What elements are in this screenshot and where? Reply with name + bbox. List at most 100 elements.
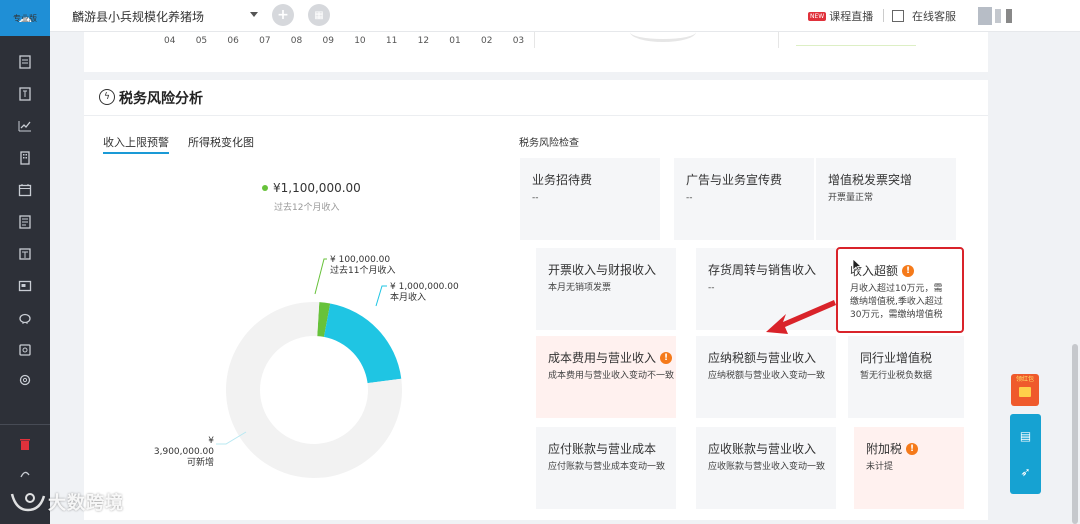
upper-divider-2 — [778, 32, 779, 48]
live-course-link[interactable]: NEW 课程直播 — [808, 8, 873, 24]
live-course-label: 课程直播 — [829, 10, 874, 23]
donut-slice[interactable] — [323, 303, 402, 384]
risk-card-desc: 未计提 — [866, 462, 894, 472]
risk-card-title-text: 同行业增值税 — [860, 351, 933, 365]
risk-card-desc: 应纳税额与营业收入变动一致 — [708, 371, 826, 381]
risk-card-title-text: 增值税发票突增 — [828, 173, 913, 187]
risk-card-desc: 暂无行业税负数据 — [860, 371, 933, 381]
risk-card-title-text: 应付账款与营业成本 — [548, 442, 657, 456]
risk-card[interactable]: 应付账款与营业成本应付账款与营业成本变动一致 — [536, 427, 676, 509]
watermark-text: 大数跨境 — [48, 493, 124, 514]
risk-card[interactable]: 应收账款与营业收入应收账款与营业收入变动一致 — [696, 427, 836, 509]
tab-income-limit[interactable]: 收入上限预警 — [103, 134, 169, 154]
app-logo[interactable]: ☁ 专业版 — [0, 0, 50, 36]
avatar[interactable] — [978, 7, 992, 25]
online-service-link[interactable]: 在线客服 — [892, 8, 956, 24]
risk-card-title: 开票收入与财报收入 — [548, 261, 656, 278]
online-service-label: 在线客服 — [912, 10, 956, 23]
sidebar-item-collapse[interactable] — [15, 464, 35, 484]
red-packet-button[interactable]: 领红包 — [1011, 374, 1039, 406]
top-bar: 麟游县小兵规模化养猪场 + ▦ NEW 课程直播 在线客服 — [50, 0, 1080, 32]
month-tick: 07 — [259, 36, 271, 46]
upper-gauge-arc — [630, 22, 696, 42]
chat-icon — [892, 10, 904, 22]
risk-card[interactable]: 附加税! 未计提 — [854, 427, 964, 509]
sidebar-item-settings[interactable] — [15, 370, 35, 390]
panel-title: 税务风险分析 — [119, 91, 203, 107]
sidebar-item-reports[interactable] — [15, 116, 35, 136]
panel-header: ϟ 税务风险分析 — [84, 80, 988, 116]
month-tick: 01 — [449, 36, 461, 46]
red-packet-label: 领红包 — [1015, 376, 1034, 383]
risk-card-desc: 开票量正常 — [828, 193, 874, 203]
sidebar-item-pig[interactable] — [15, 308, 35, 328]
risk-card[interactable]: 成本费用与营业收入! 成本费用与营业收入变动不一致 — [536, 336, 676, 418]
risk-card[interactable]: 应纳税额与营业收入应纳税额与营业收入变动一致 — [696, 336, 836, 418]
line-chart-icon — [18, 121, 31, 132]
slice-label-available-value: ¥ 3,900,000.00 — [153, 436, 214, 457]
company-selector[interactable]: 麟游县小兵规模化养猪场 — [72, 8, 204, 25]
sidebar-item-assets[interactable] — [15, 276, 35, 296]
risk-card-title: 业务招待费 — [532, 171, 592, 188]
rocket-icon[interactable]: ➶ — [1018, 464, 1033, 479]
avatar-menu[interactable] — [1006, 9, 1012, 23]
income-total: ¥1,100,000.00 — [262, 181, 361, 195]
risk-card[interactable]: 同行业增值税暂无行业税负数据 — [848, 336, 964, 418]
invoice-icon — [19, 215, 31, 229]
grid-icon[interactable]: ▦ — [308, 4, 330, 26]
lightning-icon: ϟ — [99, 89, 115, 105]
book-icon — [19, 87, 31, 101]
sidebar-divider — [0, 424, 50, 425]
risk-card[interactable]: 增值税发票突增开票量正常 — [816, 158, 956, 240]
risk-card[interactable]: 开票收入与财报收入本月无销项发票 — [536, 248, 676, 330]
slice-label-prev: ¥ 100,000.00 过去11个月收入 — [330, 255, 395, 277]
book-open-icon[interactable]: ▤ — [1018, 428, 1033, 443]
gear-icon — [19, 374, 31, 386]
sidebar-item-building[interactable] — [15, 148, 35, 168]
risk-section-title: 税务风险检查 — [519, 138, 579, 149]
building-icon — [20, 151, 30, 165]
risk-card-title: 附加税! — [866, 440, 919, 457]
risk-card-title-text: 应收账款与营业收入 — [708, 442, 817, 456]
income-total-value: ¥1,100,000.00 — [273, 181, 361, 195]
risk-card-title-text: 应纳税额与营业收入 — [708, 351, 817, 365]
risk-card-desc: -- — [686, 193, 693, 203]
warning-icon: ! — [906, 442, 919, 455]
risk-card-desc: 成本费用与营业收入变动不一致 — [548, 371, 675, 381]
tab-income-tax-change[interactable]: 所得税变化图 — [188, 134, 254, 150]
sidebar-item-stamp[interactable] — [15, 340, 35, 360]
sidebar-item-voucher[interactable] — [15, 52, 35, 72]
upper-chart-card: 04 05 06 07 08 09 10 11 12 01 02 03 — [84, 32, 988, 72]
month-tick: 08 — [290, 36, 303, 46]
risk-card-desc: 本月无销项发票 — [548, 283, 612, 293]
sidebar-item-tax[interactable] — [15, 244, 35, 264]
risk-card-desc: 应收账款与营业收入变动一致 — [708, 462, 826, 472]
slice-label-prev-value: ¥ 100,000.00 — [330, 255, 391, 265]
sidebar-item-calendar[interactable] — [15, 180, 35, 200]
slice-label-prev-name: 过去11个月收入 — [330, 266, 396, 276]
sidebar-item-trash[interactable] — [15, 434, 35, 454]
risk-card-desc: 应付账款与营业成本变动一致 — [548, 462, 666, 472]
red-packet-icon — [1019, 387, 1031, 397]
slice-label-current-value: ¥ 1,000,000.00 — [390, 282, 459, 292]
month-tick: 11 — [385, 36, 398, 46]
stamp-icon — [19, 344, 31, 356]
sidebar-item-invoice[interactable] — [15, 212, 35, 232]
watermark-logo-icon — [10, 493, 46, 512]
document-list-icon — [19, 55, 31, 69]
slice-label-current-name: 本月收入 — [390, 293, 427, 303]
mouse-cursor-icon — [852, 258, 862, 272]
caret-down-icon[interactable] — [250, 12, 258, 17]
risk-card-desc: -- — [532, 193, 539, 203]
income-total-label: 过去12个月收入 — [274, 203, 340, 213]
risk-card[interactable]: 广告与业务宣传费 -- — [674, 158, 814, 240]
risk-card-title: 增值税发票突增 — [828, 171, 912, 188]
sidebar-item-ledger[interactable] — [15, 84, 35, 104]
piggy-bank-icon — [19, 313, 31, 324]
add-icon[interactable]: + — [272, 4, 294, 26]
risk-card-desc: -- — [708, 283, 715, 293]
risk-card-title-text: 成本费用与营业收入 — [548, 351, 657, 365]
risk-card[interactable]: 业务招待费 -- — [520, 158, 660, 240]
leader-line-prev — [314, 258, 327, 295]
scrollbar[interactable] — [1072, 344, 1078, 524]
